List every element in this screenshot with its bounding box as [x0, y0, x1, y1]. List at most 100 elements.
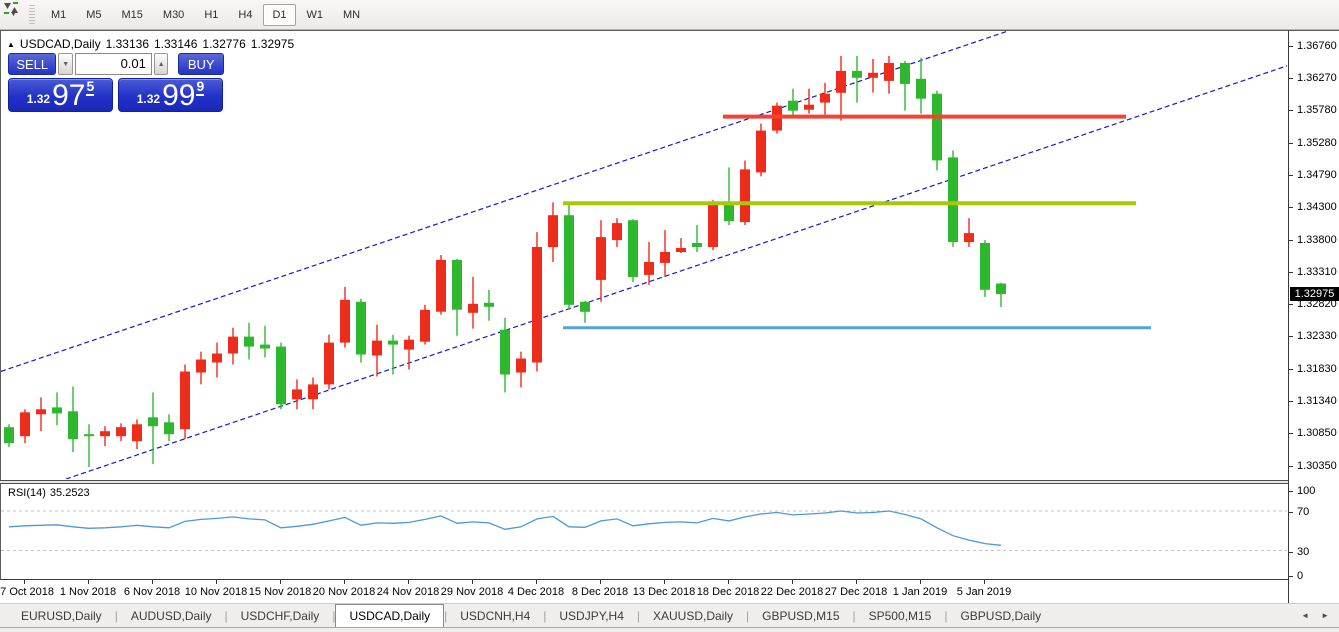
timeframe-button-m1[interactable]: M1 — [42, 4, 75, 26]
date-axis-tick — [280, 580, 281, 584]
date-axis-tick — [536, 580, 537, 584]
candle-body — [724, 204, 734, 221]
price-axis-tick — [1289, 336, 1293, 337]
date-axis-label: 20 Nov 2018 — [313, 586, 375, 598]
chart-tab-usdchf[interactable]: USDCHF,Daily — [228, 605, 333, 627]
date-axis-tick — [24, 580, 25, 584]
price-axis[interactable]: 1.367601.362701.357801.352801.347901.343… — [1288, 30, 1339, 603]
timeframe-button-m5[interactable]: M5 — [77, 4, 110, 26]
price-axis-label: 1.30350 — [1297, 460, 1337, 472]
chart-tab-xauusd[interactable]: XAUUSD,Daily — [640, 605, 746, 627]
date-axis-label: 29 Nov 2018 — [441, 586, 503, 598]
candle-body — [100, 431, 110, 436]
date-axis-label: 10 Nov 2018 — [185, 586, 247, 598]
price-axis-label: 1.34300 — [1297, 201, 1337, 213]
candle-body — [948, 157, 958, 242]
tab-scroll-left-icon[interactable]: ◄ — [1301, 611, 1309, 620]
chart-tab-sp500[interactable]: SP500,M15 — [856, 605, 945, 627]
candle-body — [820, 94, 830, 103]
price-axis-label: 1.35780 — [1297, 104, 1337, 116]
date-axis-label: 1 Jan 2019 — [893, 586, 947, 598]
chart-high-value: 1.33146 — [154, 37, 197, 51]
price-axis-label: 1.31830 — [1297, 363, 1337, 375]
volume-increase-button[interactable]: ▲ — [154, 53, 169, 75]
price-axis-tick — [1289, 369, 1293, 370]
chart-tab-usdjpy[interactable]: USDJPY,H4 — [546, 605, 636, 627]
date-axis-label: 5 Jan 2019 — [957, 586, 1011, 598]
price-axis-label: 1.31340 — [1297, 395, 1337, 407]
timeframe-button-m30[interactable]: M30 — [154, 4, 193, 26]
chart-open-value: 1.33136 — [106, 37, 149, 51]
chart-tab-usdcnh[interactable]: USDCNH,H4 — [447, 605, 543, 627]
sell-price-quote[interactable]: 1.32 97 5 — [8, 78, 113, 112]
buy-price-quote[interactable]: 1.32 99 9 — [118, 78, 223, 112]
buy-price-prefix: 1.32 — [137, 92, 160, 106]
volume-decrease-button[interactable]: ▼ — [58, 53, 73, 75]
chart-periods-icon-glyph — [0, 0, 22, 16]
tab-scroll-right-icon[interactable]: ► — [1321, 611, 1329, 620]
date-axis-tick — [600, 580, 601, 584]
chart-low-value: 1.32776 — [202, 37, 245, 51]
chart-symbol-label: USDCAD,Daily — [20, 37, 101, 51]
timeframe-button-m15[interactable]: M15 — [113, 4, 152, 26]
candle-body — [324, 343, 334, 385]
price-axis-label: 1.30850 — [1297, 427, 1337, 439]
volume-input[interactable]: 0.01 — [75, 53, 152, 75]
candle-body — [788, 101, 798, 111]
chart-tabs: EURUSD,Daily|AUDUSD,Daily|USDCHF,Daily|U… — [8, 604, 1054, 628]
collapse-triangle-icon[interactable]: ▲ — [7, 40, 15, 49]
timeframe-button-mn[interactable]: MN — [334, 4, 369, 26]
toolbar-grip-handle[interactable] — [29, 5, 35, 25]
candle-body — [404, 340, 414, 350]
candle-body — [932, 94, 942, 161]
timeframe-button-w1[interactable]: W1 — [298, 4, 333, 26]
candle-body — [116, 427, 126, 436]
chart-tab-eurusd[interactable]: EURUSD,Daily — [8, 605, 115, 627]
chart-title: ▲ USDCAD,Daily 1.33136 1.33146 1.32776 1… — [7, 37, 294, 51]
candle-body — [964, 233, 974, 242]
date-axis[interactable]: 27 Oct 20181 Nov 20186 Nov 201810 Nov 20… — [0, 580, 1288, 603]
price-chart-pane[interactable]: ▲ USDCAD,Daily 1.33136 1.33146 1.32776 1… — [0, 30, 1288, 480]
date-axis-label: 6 Nov 2018 — [124, 586, 180, 598]
price-axis-label: 1.33800 — [1297, 234, 1337, 246]
timeframe-button-h4[interactable]: H4 — [229, 4, 261, 26]
chart-close-value: 1.32975 — [251, 37, 294, 51]
buy-button[interactable]: BUY — [178, 53, 224, 75]
trend-channel-line[interactable] — [66, 66, 1287, 480]
chart-tab-gbpusd[interactable]: GBPUSD,Daily — [947, 605, 1054, 627]
candle-body — [884, 63, 894, 81]
candle-body — [164, 422, 174, 434]
chart-tab-gbpusd[interactable]: GBPUSD,M15 — [749, 605, 852, 627]
candle-body — [20, 412, 30, 436]
candle-body — [852, 71, 862, 78]
chart-tab-usdcad[interactable]: USDCAD,Daily — [335, 604, 444, 628]
rsi-axis-tick — [1289, 576, 1293, 577]
date-axis-tick — [472, 580, 473, 584]
rsi-indicator-pane[interactable]: RSI(14) 35.2523 — [0, 484, 1288, 580]
candle-body — [564, 215, 574, 305]
candle-body — [388, 341, 398, 345]
rsi-axis-tick — [1289, 552, 1293, 553]
candle-body — [532, 247, 542, 363]
chart-tab-audusd[interactable]: AUDUSD,Daily — [118, 605, 225, 627]
price-axis-label: 1.34790 — [1297, 169, 1337, 181]
candle-body — [468, 304, 478, 313]
timeframe-button-h1[interactable]: H1 — [195, 4, 227, 26]
candle-body — [420, 310, 430, 342]
rsi-axis-label: 100 — [1297, 485, 1315, 497]
candle-body — [4, 427, 14, 443]
candle-body — [196, 360, 206, 373]
date-axis-tick — [152, 580, 153, 584]
price-axis-tick — [1289, 240, 1293, 241]
candle-body — [868, 73, 878, 78]
price-axis-tick — [1289, 46, 1293, 47]
sell-button[interactable]: SELL — [8, 53, 56, 75]
candle-body — [292, 389, 302, 399]
timeframe-button-d1[interactable]: D1 — [263, 4, 295, 26]
date-axis-label: 27 Dec 2018 — [825, 586, 887, 598]
date-axis-label: 8 Dec 2018 — [572, 586, 628, 598]
candle-body — [996, 284, 1006, 295]
price-axis-tick — [1289, 401, 1293, 402]
sell-price-pip: 5 — [86, 78, 94, 96]
rsi-axis-label: 70 — [1297, 506, 1309, 518]
